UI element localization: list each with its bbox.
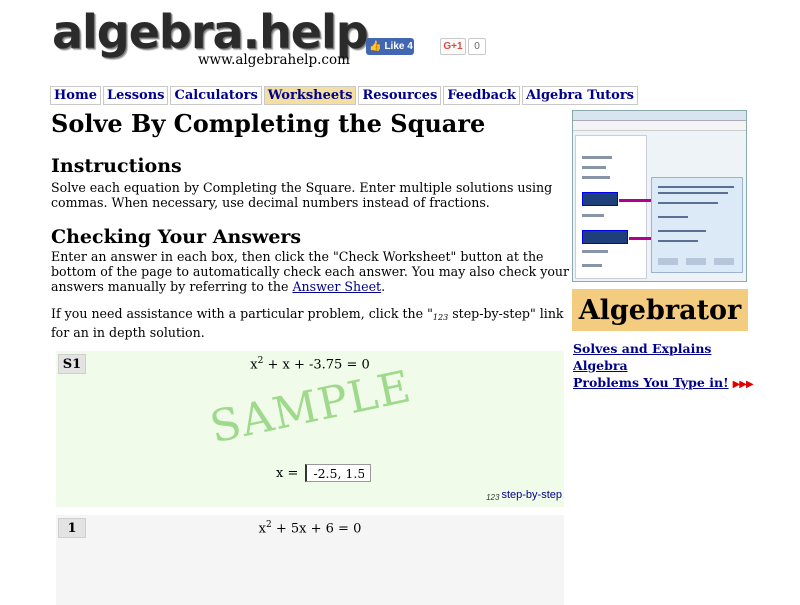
problem-1: 1 x2 + 5x + 6 = 0 (56, 515, 564, 605)
screenshot-line (582, 264, 602, 267)
nav-algebra-tutors[interactable]: Algebra Tutors (521, 86, 638, 105)
screenshot-line (582, 214, 604, 217)
answer-label: x = (276, 465, 299, 481)
checking-heading: Checking Your Answers (51, 226, 302, 248)
assist-text: If you need assistance with a particular… (51, 306, 571, 340)
screenshot-panel-line (658, 230, 706, 232)
screenshot-line (582, 166, 606, 169)
step-by-step-link[interactable]: 123 step-by-step (486, 489, 562, 502)
screenshot-panel-line (658, 216, 688, 218)
google-plus-button[interactable]: G+1 (440, 38, 466, 55)
screenshot-worksheet-pane (575, 135, 647, 279)
google-plus-count: 0 (468, 38, 486, 55)
screenshot-line (582, 176, 610, 179)
triple-arrow-icon: ▶▶▶ (732, 379, 754, 390)
screenshot-panel-line (658, 186, 734, 188)
problem-equation: x2 + 5x + 6 = 0 (56, 520, 564, 536)
screenshot-panel-line (658, 240, 698, 242)
equation-rest: + 5x + 6 = 0 (271, 521, 362, 537)
algebrator-banner[interactable]: Algebrator (572, 289, 748, 331)
nav-worksheets[interactable]: Worksheets (263, 86, 357, 105)
instructions-heading: Instructions (51, 155, 182, 177)
screenshot-line (582, 250, 608, 253)
screenshot-arrow (619, 199, 653, 202)
screenshot-panel-line (658, 192, 728, 194)
thumbs-up-icon: 👍 (369, 41, 382, 52)
step-by-step-icon: 123 (432, 313, 449, 322)
algebrator-promo: Solves and Explains Algebra Problems You… (573, 340, 754, 393)
screenshot-panel-button (658, 258, 678, 265)
algebrator-screenshot[interactable] (572, 110, 747, 282)
promo-link-line1[interactable]: Solves and Explains Algebra (573, 341, 711, 373)
equation-rest: + x + -3.75 = 0 (263, 357, 370, 373)
checking-text-part2: . (381, 279, 386, 294)
screenshot-panel-button (686, 258, 706, 265)
screenshot-panel-line (658, 202, 718, 204)
answer-row: x = (276, 464, 372, 482)
nav-resources[interactable]: Resources (358, 86, 442, 105)
equation-variable: x (258, 521, 266, 537)
instructions-text: Solve each equation by Completing the Sq… (51, 180, 553, 210)
site-url: www.algebrahelp.com (198, 52, 350, 68)
screenshot-titlebar (573, 111, 746, 121)
screenshot-toolbar (573, 121, 746, 131)
nav-lessons[interactable]: Lessons (102, 86, 169, 105)
nav-calculators[interactable]: Calculators (170, 86, 262, 105)
step-by-step-label[interactable]: step-by-step (501, 489, 562, 501)
problem-equation: x2 + x + -3.75 = 0 (56, 356, 564, 372)
promo-link-line2[interactable]: Problems You Type in! (573, 375, 729, 390)
nav-home[interactable]: Home (50, 86, 101, 105)
facebook-like-label: Like 4 (384, 41, 413, 52)
sample-watermark: SAMPLE (205, 361, 416, 454)
main-nav: Home Lessons Calculators Worksheets Reso… (50, 86, 638, 105)
screenshot-panel-button (714, 258, 734, 265)
answer-sheet-link[interactable]: Answer Sheet (292, 279, 381, 294)
nav-feedback[interactable]: Feedback (443, 86, 520, 105)
screenshot-line (582, 156, 612, 159)
screenshot-arrow (629, 237, 653, 240)
checking-text: Enter an answer in each box, then click … (51, 249, 571, 294)
screenshot-highlight-box (582, 192, 618, 206)
sample-problem: S1 x2 + x + -3.75 = 0 SAMPLE x = 123step… (56, 351, 564, 507)
assist-text-part1: If you need assistance with a particular… (51, 306, 433, 321)
equation-variable: x (250, 357, 258, 373)
facebook-like-button[interactable]: 👍 Like 4 (366, 38, 414, 55)
screenshot-explanation-panel (651, 177, 743, 273)
answer-input[interactable] (305, 464, 372, 482)
page-title: Solve By Completing the Square (51, 109, 486, 138)
screenshot-highlight-box (582, 230, 628, 244)
step-by-step-icon: 123 (486, 493, 500, 502)
